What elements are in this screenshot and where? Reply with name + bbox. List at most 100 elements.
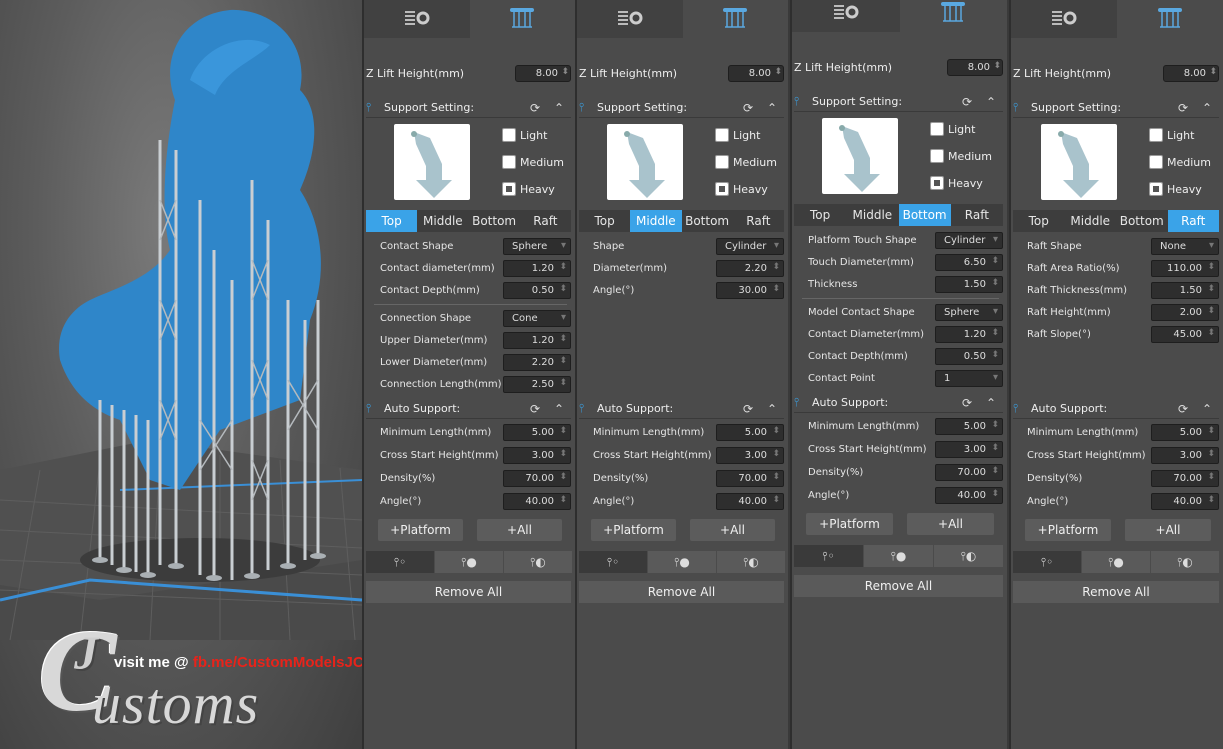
- subtab-bottom[interactable]: Bottom: [1116, 210, 1168, 232]
- support-setting-header[interactable]: ⫯ Support Setting: ⟳ ⌃: [794, 92, 1003, 112]
- density-option-heavy[interactable]: Heavy: [502, 182, 555, 196]
- auto-field-spinbox[interactable]: 40.00: [716, 492, 784, 510]
- field-spinbox[interactable]: 30.00: [716, 281, 784, 299]
- auto-field-spinbox[interactable]: 70.00: [935, 463, 1003, 481]
- subtab-top[interactable]: Top: [366, 210, 418, 232]
- auto-field-spinbox[interactable]: 3.00: [503, 446, 571, 464]
- refresh-icon[interactable]: ⟳: [523, 402, 547, 416]
- density-option-light[interactable]: Light: [930, 122, 975, 136]
- chevron-up-icon[interactable]: ⌃: [979, 95, 1003, 109]
- subtab-raft[interactable]: Raft: [733, 210, 784, 232]
- field-spinbox[interactable]: 1.20: [503, 259, 571, 277]
- field-dropdown[interactable]: Cone: [503, 309, 571, 327]
- z-lift-spinbox[interactable]: 8.00: [947, 58, 1003, 76]
- subtab-top[interactable]: Top: [579, 210, 630, 232]
- add-all-button[interactable]: +All: [1125, 519, 1211, 541]
- auto-field-spinbox[interactable]: 40.00: [1151, 492, 1219, 510]
- 3d-viewport[interactable]: C J ustoms visit me @ fb.me/CustomModels…: [0, 0, 362, 749]
- density-option-medium[interactable]: Medium: [502, 155, 564, 169]
- refresh-icon[interactable]: ⟳: [736, 402, 760, 416]
- auto-field-spinbox[interactable]: 70.00: [1151, 469, 1219, 487]
- tab-slice-settings[interactable]: [364, 0, 470, 38]
- chevron-up-icon[interactable]: ⌃: [760, 101, 784, 115]
- tab-support-settings[interactable]: [682, 0, 788, 38]
- subtab-raft[interactable]: Raft: [951, 204, 1003, 226]
- subtab-top[interactable]: Top: [1013, 210, 1065, 232]
- subtab-bottom[interactable]: Bottom: [682, 210, 733, 232]
- subtab-raft[interactable]: Raft: [520, 210, 571, 232]
- auto-field-spinbox[interactable]: 70.00: [716, 469, 784, 487]
- model-bust[interactable]: [59, 9, 321, 491]
- field-spinbox[interactable]: 1.50: [1151, 281, 1219, 299]
- field-spinbox[interactable]: 1.50: [935, 275, 1003, 293]
- subtab-raft[interactable]: Raft: [1167, 210, 1219, 232]
- field-spinbox[interactable]: 6.50: [935, 253, 1003, 271]
- auto-field-spinbox[interactable]: 3.00: [1151, 446, 1219, 464]
- auto-support-header[interactable]: ⫯ Auto Support: ⟳ ⌃: [579, 399, 784, 419]
- support-remove-tool[interactable]: ⫯◐: [1151, 551, 1219, 573]
- field-spinbox[interactable]: 1.20: [935, 325, 1003, 343]
- tab-support-settings[interactable]: [469, 0, 575, 38]
- auto-field-spinbox[interactable]: 5.00: [716, 423, 784, 441]
- density-checkbox[interactable]: [1149, 128, 1163, 142]
- auto-field-spinbox[interactable]: 5.00: [1151, 423, 1219, 441]
- z-lift-spinbox[interactable]: 8.00: [515, 64, 571, 82]
- support-point-tool[interactable]: ⫯◦: [794, 545, 863, 567]
- density-checkbox[interactable]: [502, 182, 516, 196]
- density-option-light[interactable]: Light: [1149, 128, 1194, 142]
- support-point-tool[interactable]: ⫯◦: [1013, 551, 1081, 573]
- support-add-tool[interactable]: ⫯●: [1082, 551, 1150, 573]
- density-option-heavy[interactable]: Heavy: [930, 176, 983, 190]
- z-lift-spinbox[interactable]: 8.00: [1163, 64, 1219, 82]
- refresh-icon[interactable]: ⟳: [736, 101, 760, 115]
- subtab-middle[interactable]: Middle: [417, 210, 468, 232]
- remove-all-button[interactable]: Remove All: [366, 581, 571, 603]
- chevron-up-icon[interactable]: ⌃: [547, 402, 571, 416]
- auto-field-spinbox[interactable]: 40.00: [503, 492, 571, 510]
- support-add-tool[interactable]: ⫯●: [648, 551, 716, 573]
- density-option-medium[interactable]: Medium: [715, 155, 777, 169]
- field-spinbox[interactable]: 1.20: [503, 331, 571, 349]
- tab-slice-settings[interactable]: [792, 0, 900, 32]
- auto-field-spinbox[interactable]: 40.00: [935, 486, 1003, 504]
- refresh-icon[interactable]: ⟳: [1171, 101, 1195, 115]
- add-all-button[interactable]: +All: [477, 519, 562, 541]
- refresh-icon[interactable]: ⟳: [1171, 402, 1195, 416]
- density-checkbox[interactable]: [715, 128, 729, 142]
- chevron-up-icon[interactable]: ⌃: [547, 101, 571, 115]
- refresh-icon[interactable]: ⟳: [523, 101, 547, 115]
- density-checkbox[interactable]: [930, 122, 944, 136]
- add-all-button[interactable]: +All: [907, 513, 994, 535]
- tab-support-settings[interactable]: [1117, 0, 1223, 38]
- field-dropdown[interactable]: Cylinder: [716, 237, 784, 255]
- support-point-tool[interactable]: ⫯◦: [579, 551, 647, 573]
- density-option-heavy[interactable]: Heavy: [1149, 182, 1202, 196]
- density-checkbox[interactable]: [1149, 182, 1163, 196]
- auto-support-header[interactable]: ⫯ Auto Support: ⟳ ⌃: [794, 393, 1003, 413]
- field-spinbox[interactable]: 0.50: [503, 281, 571, 299]
- auto-field-spinbox[interactable]: 70.00: [503, 469, 571, 487]
- chevron-up-icon[interactable]: ⌃: [1195, 402, 1219, 416]
- density-option-medium[interactable]: Medium: [930, 149, 992, 163]
- subtab-top[interactable]: Top: [794, 204, 846, 226]
- auto-field-spinbox[interactable]: 5.00: [503, 423, 571, 441]
- add-platform-button[interactable]: +Platform: [378, 519, 463, 541]
- watermark-link[interactable]: fb.me/CustomModelsJC: [193, 654, 362, 671]
- add-all-button[interactable]: +All: [690, 519, 775, 541]
- density-checkbox[interactable]: [930, 149, 944, 163]
- refresh-icon[interactable]: ⟳: [955, 95, 979, 109]
- auto-support-header[interactable]: ⫯ Auto Support: ⟳ ⌃: [1013, 399, 1219, 419]
- auto-field-spinbox[interactable]: 3.00: [935, 440, 1003, 458]
- subtab-middle[interactable]: Middle: [630, 210, 682, 232]
- support-setting-header[interactable]: ⫯ Support Setting: ⟳ ⌃: [1013, 98, 1219, 118]
- field-dropdown[interactable]: 1: [935, 369, 1003, 387]
- field-dropdown[interactable]: Cylinder: [935, 231, 1003, 249]
- remove-all-button[interactable]: Remove All: [1013, 581, 1219, 603]
- subtab-bottom[interactable]: Bottom: [469, 210, 520, 232]
- density-option-light[interactable]: Light: [502, 128, 547, 142]
- density-checkbox[interactable]: [1149, 155, 1163, 169]
- chevron-up-icon[interactable]: ⌃: [1195, 101, 1219, 115]
- remove-all-button[interactable]: Remove All: [794, 575, 1003, 597]
- field-spinbox[interactable]: 110.00: [1151, 259, 1219, 277]
- subtab-middle[interactable]: Middle: [846, 204, 898, 226]
